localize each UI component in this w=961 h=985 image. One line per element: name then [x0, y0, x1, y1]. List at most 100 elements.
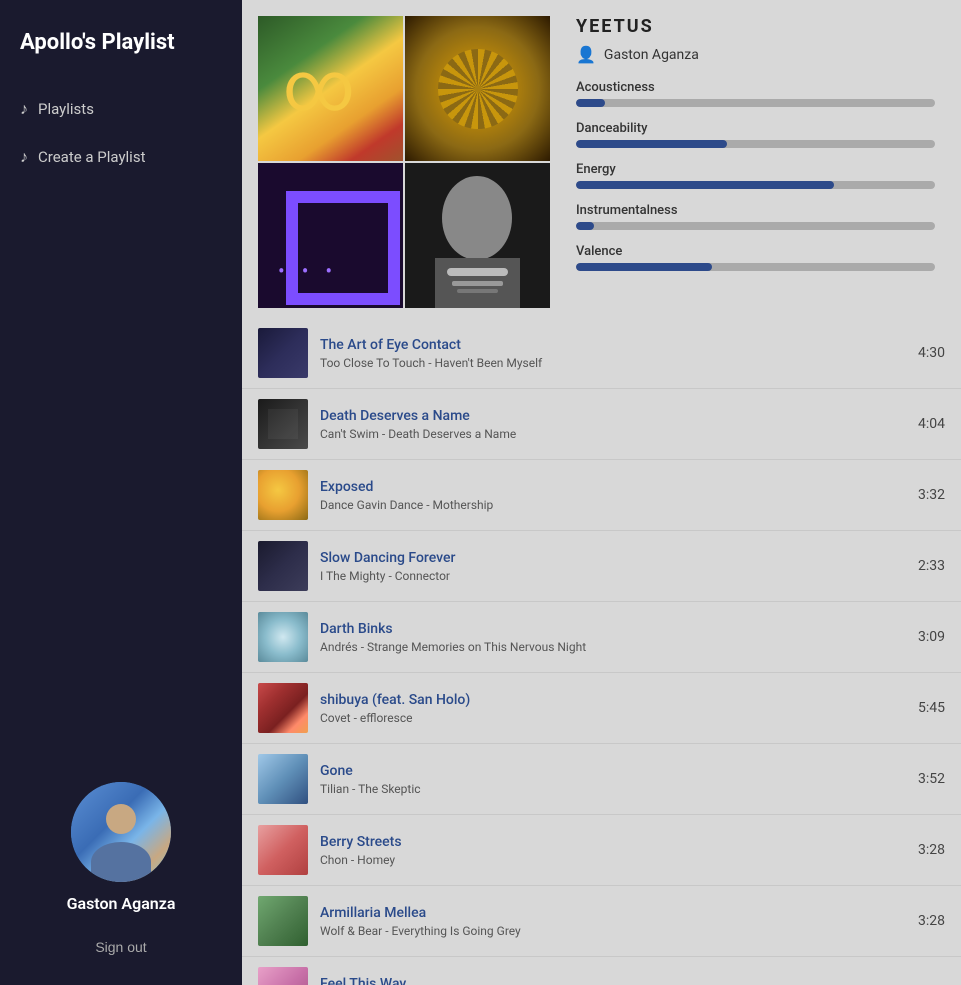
track-subtitle: Covet - effloresce	[320, 711, 894, 725]
track-title: Feel This Way	[320, 976, 894, 985]
stat-bar-container-acousticness	[576, 99, 935, 107]
track-item[interactable]: Armillaria Mellea Wolf & Bear - Everythi…	[242, 886, 961, 957]
track-item[interactable]: Death Deserves a Name Can't Swim - Death…	[242, 389, 961, 460]
track-thumbnail	[258, 399, 308, 449]
track-title: Gone	[320, 763, 894, 779]
track-duration: 3:32	[910, 487, 945, 503]
track-item[interactable]: Exposed Dance Gavin Dance - Mothership 3…	[242, 460, 961, 531]
sidebar-username: Gaston Aganza	[67, 894, 176, 913]
track-thumbnail	[258, 328, 308, 378]
face-art-svg	[405, 163, 550, 308]
sidebar-item-playlists[interactable]: ♪ Playlists	[0, 85, 242, 133]
track-title: Slow Dancing Forever	[320, 550, 894, 566]
track-duration: 5:45	[910, 700, 945, 716]
track-item[interactable]: Slow Dancing Forever I The Mighty - Conn…	[242, 531, 961, 602]
track-subtitle: Tilian - The Skeptic	[320, 782, 894, 796]
main-content: YEETUS 👤 Gaston Aganza Acousticness Danc…	[242, 0, 961, 985]
stat-energy: Energy	[576, 162, 935, 189]
stat-valence: Valence	[576, 244, 935, 271]
track-subtitle: Chon - Homey	[320, 853, 894, 867]
sign-out-button[interactable]: Sign out	[20, 929, 222, 965]
track-info: shibuya (feat. San Holo) Covet - efflore…	[320, 692, 894, 725]
track-thumbnail	[258, 470, 308, 520]
track-thumbnail	[258, 541, 308, 591]
track-info: Exposed Dance Gavin Dance - Mothership	[320, 479, 894, 512]
sidebar-label-create: Create a Playlist	[38, 148, 145, 166]
stat-bar-container-valence	[576, 263, 935, 271]
album-art-2	[405, 16, 550, 161]
track-duration: 4:04	[910, 416, 945, 432]
stat-bar-container-danceability	[576, 140, 935, 148]
track-subtitle: Wolf & Bear - Everything Is Going Grey	[320, 924, 894, 938]
track-thumbnail	[258, 754, 308, 804]
app-title: Apollo's Playlist	[0, 20, 242, 85]
track-info: The Art of Eye Contact Too Close To Touc…	[320, 337, 894, 370]
sidebar: Apollo's Playlist ♪ Playlists ♪ Create a…	[0, 0, 242, 985]
music-icon-create: ♪	[20, 147, 28, 167]
album-art-4	[405, 163, 550, 308]
track-list: The Art of Eye Contact Too Close To Touc…	[242, 318, 961, 985]
track-subtitle: Too Close To Touch - Haven't Been Myself	[320, 356, 894, 370]
track-subtitle: Can't Swim - Death Deserves a Name	[320, 427, 894, 441]
track-duration: 3:52	[910, 771, 945, 787]
playlist-title: YEETUS	[576, 16, 935, 37]
stat-danceability: Danceability	[576, 121, 935, 148]
track-title: shibuya (feat. San Holo)	[320, 692, 894, 708]
stat-label-instrumentalness: Instrumentalness	[576, 203, 935, 218]
track-title: Armillaria Mellea	[320, 905, 894, 921]
stat-bar-valence	[576, 263, 712, 271]
track-item[interactable]: Feel This Way Chon - Homey 3:43	[242, 957, 961, 985]
avatar	[71, 782, 171, 882]
stat-bar-acousticness	[576, 99, 605, 107]
album-art-1	[258, 16, 403, 161]
track-subtitle: Andrés - Strange Memories on This Nervou…	[320, 640, 894, 654]
playlist-owner: Gaston Aganza	[604, 47, 699, 63]
track-duration: 3:28	[910, 913, 945, 929]
stats-panel: YEETUS 👤 Gaston Aganza Acousticness Danc…	[566, 16, 945, 308]
track-duration: 3:09	[910, 629, 945, 645]
track-subtitle: Dance Gavin Dance - Mothership	[320, 498, 894, 512]
track-item[interactable]: shibuya (feat. San Holo) Covet - efflore…	[242, 673, 961, 744]
track-info: Death Deserves a Name Can't Swim - Death…	[320, 408, 894, 441]
sidebar-label-playlists: Playlists	[38, 100, 94, 118]
track-info: Feel This Way Chon - Homey	[320, 976, 894, 985]
track-title: Darth Binks	[320, 621, 894, 637]
top-section: YEETUS 👤 Gaston Aganza Acousticness Danc…	[242, 0, 961, 318]
album-art-3	[258, 163, 403, 308]
track-info: Gone Tilian - The Skeptic	[320, 763, 894, 796]
track-title: Berry Streets	[320, 834, 894, 850]
track-thumbnail	[258, 683, 308, 733]
stat-acousticness: Acousticness	[576, 80, 935, 107]
track-info: Berry Streets Chon - Homey	[320, 834, 894, 867]
track-info: Armillaria Mellea Wolf & Bear - Everythi…	[320, 905, 894, 938]
stat-bar-instrumentalness	[576, 222, 594, 230]
sidebar-bottom: Gaston Aganza Sign out	[0, 762, 242, 985]
stat-bar-container-instrumentalness	[576, 222, 935, 230]
track-title: Exposed	[320, 479, 894, 495]
track-info: Darth Binks Andrés - Strange Memories on…	[320, 621, 894, 654]
avatar-image	[71, 782, 171, 882]
stat-label-danceability: Danceability	[576, 121, 935, 136]
stat-bar-danceability	[576, 140, 727, 148]
track-thumbnail	[258, 612, 308, 662]
user-icon: 👤	[576, 45, 596, 64]
music-icon-playlists: ♪	[20, 99, 28, 119]
sidebar-item-create[interactable]: ♪ Create a Playlist	[0, 133, 242, 181]
track-thumbnail	[258, 896, 308, 946]
track-duration: 4:30	[910, 345, 945, 361]
stat-label-valence: Valence	[576, 244, 935, 259]
track-item[interactable]: Darth Binks Andrés - Strange Memories on…	[242, 602, 961, 673]
stat-bar-container-energy	[576, 181, 935, 189]
playlist-owner-row: 👤 Gaston Aganza	[576, 45, 935, 64]
track-title: Death Deserves a Name	[320, 408, 894, 424]
track-item[interactable]: The Art of Eye Contact Too Close To Touc…	[242, 318, 961, 389]
track-item[interactable]: Gone Tilian - The Skeptic 3:52	[242, 744, 961, 815]
stat-bar-energy	[576, 181, 834, 189]
stat-instrumentalness: Instrumentalness	[576, 203, 935, 230]
track-duration: 3:28	[910, 842, 945, 858]
track-subtitle: I The Mighty - Connector	[320, 569, 894, 583]
track-info: Slow Dancing Forever I The Mighty - Conn…	[320, 550, 894, 583]
track-duration: 2:33	[910, 558, 945, 574]
track-item[interactable]: Berry Streets Chon - Homey 3:28	[242, 815, 961, 886]
track-thumbnail	[258, 825, 308, 875]
